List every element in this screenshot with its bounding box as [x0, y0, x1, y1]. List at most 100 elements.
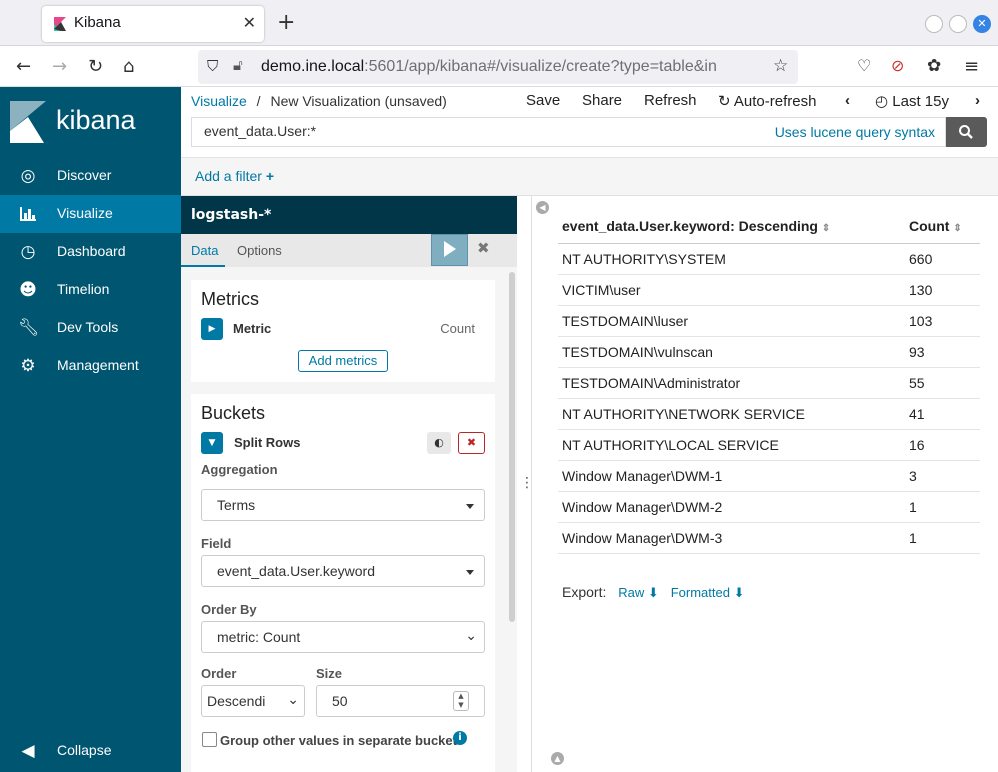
export-formatted-link[interactable]: Formatted ⬇ — [671, 585, 745, 600]
compass-icon: ◎ — [20, 166, 36, 186]
time-picker-button[interactable]: ◴ Last 15y — [875, 92, 949, 110]
split-rows-label: Split Rows — [234, 435, 301, 450]
reload-icon[interactable]: ↻ — [88, 56, 103, 77]
tab-data[interactable]: Data — [191, 243, 218, 258]
count-cell: 55 — [905, 367, 980, 399]
share-button[interactable]: Share — [582, 92, 622, 109]
count-cell: 41 — [905, 398, 980, 430]
time-forward-icon[interactable]: › — [975, 92, 980, 109]
save-button[interactable]: Save — [526, 92, 560, 109]
url-text: demo.ine.local:5601/app/kibana#/visualiz… — [261, 58, 717, 75]
collapse-editor-icon[interactable]: ◀ — [536, 201, 549, 214]
remove-bucket-icon[interactable]: ✖ — [458, 432, 485, 454]
sidebar-item-dev-tools[interactable]: 🔧︎ Dev Tools — [0, 309, 181, 347]
tab-options[interactable]: Options — [237, 243, 282, 258]
browser-tab[interactable]: Kibana ✕ — [42, 6, 264, 42]
extension-icon[interactable]: ⊘ — [891, 56, 904, 75]
bucket-expand-toggle[interactable]: ▼ — [201, 432, 223, 454]
count-cell: 1 — [905, 522, 980, 554]
field-select[interactable]: event_data.User.keyword — [201, 555, 485, 587]
size-input[interactable]: 50 ▲ ▼ — [316, 685, 485, 717]
count-cell: 660 — [905, 243, 980, 275]
new-tab-icon[interactable]: + — [277, 10, 295, 35]
cookie-icon[interactable]: ✿ — [927, 56, 941, 76]
table-row: Window Manager\DWM-2 1 — [558, 491, 980, 523]
sidebar-item-discover[interactable]: ◎ Discover — [0, 157, 181, 195]
url-bar[interactable]: ⛉ 🔓︎ demo.ine.local:5601/app/kibana#/vis… — [198, 50, 798, 84]
editor-tabs: Data Options ✖ — [181, 234, 517, 267]
apply-changes-button[interactable] — [431, 234, 468, 266]
count-cell: 3 — [905, 460, 980, 492]
discard-changes-icon[interactable]: ✖ — [477, 239, 490, 257]
breadcrumb-visualize-link[interactable]: Visualize — [191, 93, 247, 109]
aggregation-value: Terms — [217, 497, 256, 513]
lucene-syntax-link[interactable]: Uses lucene query syntax — [775, 124, 935, 140]
tab-close-icon[interactable]: ✕ — [243, 13, 256, 32]
metric-expand-toggle[interactable]: ▶ — [201, 318, 223, 340]
size-stepper[interactable]: ▲ ▼ — [453, 691, 469, 711]
user-cell: TESTDOMAIN\Administrator — [558, 367, 905, 399]
time-back-icon[interactable]: ‹ — [845, 92, 850, 109]
add-filter-button[interactable]: Add a filter + — [195, 168, 274, 184]
back-icon[interactable]: ← — [16, 56, 31, 77]
active-tab-underline — [181, 265, 225, 267]
column-header-count[interactable]: Count ⇕ — [905, 210, 980, 244]
minimize-button[interactable] — [925, 15, 943, 33]
chevron-down-icon: ⌄ — [287, 692, 299, 708]
sidebar-item-label: Management — [57, 357, 139, 373]
order-by-select[interactable]: metric: Count ⌄ — [201, 621, 485, 653]
user-cell: NT AUTHORITY\NETWORK SERVICE — [558, 398, 905, 430]
query-input[interactable]: event_data.User:* Uses lucene query synt… — [191, 117, 946, 147]
editor-scrollbar[interactable] — [509, 272, 515, 622]
column-header-user[interactable]: event_data.User.keyword: Descending ⇕ — [558, 210, 905, 244]
pocket-icon[interactable]: ♡ — [857, 56, 871, 75]
forward-icon[interactable]: → — [52, 56, 67, 77]
collapse-label: Collapse — [57, 742, 112, 758]
bookmark-star-icon[interactable]: ☆ — [773, 56, 788, 76]
order-label: Order — [201, 666, 237, 681]
sidebar-item-visualize[interactable]: Visualize — [0, 195, 181, 233]
expand-bottom-icon[interactable]: ▲ — [551, 752, 564, 765]
collapse-button[interactable]: ◀ Collapse — [0, 732, 181, 770]
index-pattern-title: logstash-* — [191, 207, 272, 223]
resize-handle[interactable]: ⋮ — [520, 475, 534, 491]
sidebar-item-label: Visualize — [57, 205, 113, 221]
maximize-button[interactable] — [949, 15, 967, 33]
count-cell: 1 — [905, 491, 980, 523]
menu-icon[interactable]: ≡ — [964, 56, 979, 77]
table-header-row: event_data.User.keyword: Descending ⇕ Co… — [558, 210, 980, 244]
user-cell: NT AUTHORITY\LOCAL SERVICE — [558, 429, 905, 461]
index-pattern-bar: logstash-* — [181, 196, 517, 234]
kibana-sidebar: kibana ◎ Discover Visualize ◷ Dashboard … — [0, 87, 181, 772]
search-button[interactable] — [946, 117, 987, 147]
order-by-label: Order By — [201, 602, 257, 617]
order-value: Descendi — [207, 693, 266, 709]
sidebar-item-management[interactable]: ⚙ Management — [0, 347, 181, 385]
export-label: Export: — [562, 584, 607, 600]
home-icon[interactable]: ⌂ — [123, 56, 134, 77]
count-cell: 103 — [905, 305, 980, 337]
order-select[interactable]: Descendi ⌄ — [201, 685, 305, 717]
sidebar-item-timelion[interactable]: ☻ Timelion — [0, 271, 181, 309]
info-icon[interactable]: i — [453, 731, 467, 745]
aggregation-label: Aggregation — [201, 462, 278, 477]
aggregation-select[interactable]: Terms — [201, 489, 485, 521]
sidebar-item-dashboard[interactable]: ◷ Dashboard — [0, 233, 181, 271]
toggle-bucket-icon[interactable]: ◐ — [427, 432, 451, 454]
search-icon — [959, 125, 973, 139]
chevron-down-icon: ⌄ — [465, 628, 477, 644]
metrics-card: Metrics ▶ Metric Count Add metrics — [191, 280, 495, 382]
close-window-button[interactable]: ✕ — [973, 15, 991, 33]
user-cell: Window Manager\DWM-1 — [558, 460, 905, 492]
export-raw-link[interactable]: Raw ⬇ — [618, 585, 659, 600]
group-other-checkbox[interactable] — [202, 732, 217, 747]
kibana-logo-icon — [10, 101, 46, 143]
refresh-button[interactable]: Refresh — [644, 92, 697, 109]
metric-value: Count — [440, 321, 475, 336]
wrench-icon: 🔧︎ — [18, 318, 40, 338]
kibana-top-bar: Visualize / New Visualization (unsaved) … — [181, 87, 998, 157]
gear-icon: ⚙ — [20, 356, 36, 376]
column-header-label: Count — [909, 218, 950, 235]
add-metrics-button[interactable]: Add metrics — [298, 350, 388, 372]
auto-refresh-button[interactable]: ↻ Auto-refresh — [718, 92, 816, 110]
